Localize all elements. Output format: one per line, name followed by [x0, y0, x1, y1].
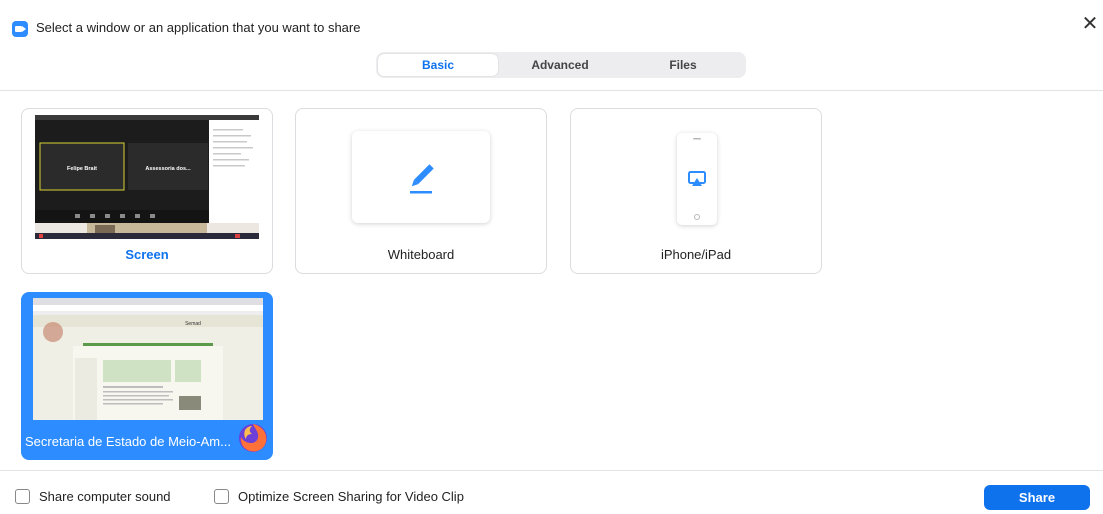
airplay-icon	[688, 138, 706, 220]
pen-icon	[410, 164, 434, 194]
optimize-video-checkbox[interactable]	[214, 489, 229, 504]
title-bar: Select a window or an application that y…	[0, 0, 1103, 42]
share-option-iphone-ipad[interactable]: iPhone/iPad	[570, 108, 822, 274]
share-option-whiteboard[interactable]: Whiteboard	[295, 108, 547, 274]
optimize-video-label: Optimize Screen Sharing for Video Clip	[238, 489, 464, 504]
firefox-icon	[237, 422, 269, 454]
tab-basic[interactable]: Basic	[378, 54, 498, 76]
share-option-browser-window[interactable]: Semad Secretaria de Estado de Meio-Am...	[21, 292, 273, 460]
share-sound-checkbox[interactable]	[15, 489, 30, 504]
share-sound-label: Share computer sound	[39, 489, 171, 504]
tab-advanced[interactable]: Advanced	[500, 54, 620, 76]
whiteboard-label: Whiteboard	[387, 247, 455, 262]
whiteboard-card	[352, 131, 490, 223]
bottom-divider	[0, 470, 1103, 471]
screen-thumbnail: Felipe Brait Assessoria dos...	[35, 115, 259, 239]
share-button[interactable]: Share	[984, 485, 1090, 510]
browser-thumbnail: Semad	[33, 298, 263, 420]
thumb-site-title: Semad	[185, 321, 201, 327]
screen-label: Screen	[125, 247, 169, 262]
browser-window-label: Secretaria de Estado de Meio-Am...	[25, 434, 231, 449]
top-divider	[0, 90, 1103, 91]
share-option-screen[interactable]: Felipe Brait Assessoria dos... Screen	[21, 108, 273, 274]
window-title: Select a window or an application that y…	[36, 20, 361, 35]
browser-preview-image: Semad	[33, 298, 263, 420]
tab-files[interactable]: Files	[622, 54, 744, 76]
thumb-participant-1: Felipe Brait	[67, 166, 97, 172]
iphone-ipad-label: iPhone/iPad	[660, 247, 732, 262]
phone-outline	[677, 133, 717, 225]
screen-preview-image: Felipe Brait Assessoria dos...	[35, 115, 259, 239]
close-icon[interactable]: ✕	[1081, 14, 1099, 34]
tab-bar: Basic Advanced Files	[376, 52, 746, 78]
thumb-participant-2: Assessoria dos...	[145, 166, 191, 172]
zoom-camera-icon	[12, 21, 28, 37]
